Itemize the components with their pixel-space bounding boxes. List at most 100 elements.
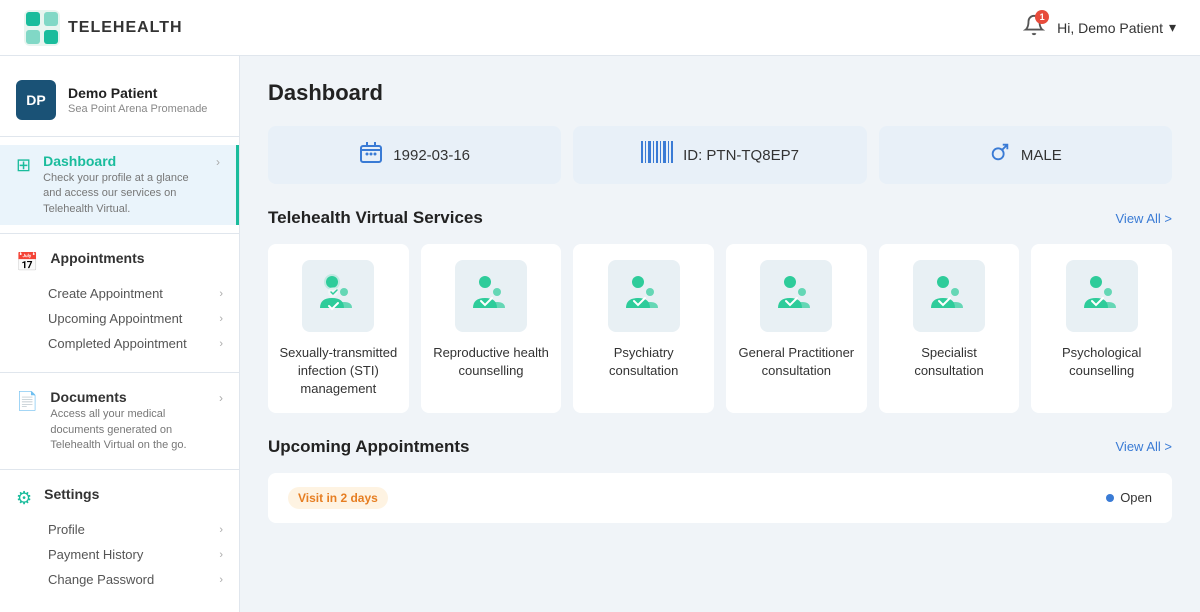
appointments-nav-content: Appointments: [50, 250, 223, 266]
top-navbar: TELEHEALTH 1 Hi, Demo Patient ▾: [0, 0, 1200, 56]
appointments-view-all[interactable]: View All >: [1116, 439, 1173, 454]
chevron-down-icon: ▾: [1169, 19, 1176, 36]
appointments-icon: 📅: [16, 252, 38, 273]
sidebar-section-settings: ⚙ Settings Profile › Payment History › C…: [0, 478, 239, 600]
service-card-psychiatry[interactable]: Psychiatry consultation: [573, 244, 714, 413]
barcode-icon: [641, 141, 673, 169]
sidebar-sub-item-payment[interactable]: Payment History ›: [48, 542, 223, 567]
page-title: Dashboard: [268, 80, 1172, 106]
profile-label: Profile: [48, 522, 85, 537]
sidebar-divider-3: [0, 469, 239, 470]
gender-icon: [989, 141, 1011, 169]
documents-nav-title: Documents: [50, 389, 207, 405]
sidebar-item-documents[interactable]: 📄 Documents Access all your medical docu…: [0, 381, 239, 461]
user-name: Demo Patient: [68, 85, 207, 101]
gender-value: MALE: [1021, 147, 1062, 164]
status-label: Open: [1120, 490, 1152, 505]
specialist-label: Specialist consultation: [889, 344, 1010, 380]
settings-sub-items: Profile › Payment History › Change Passw…: [0, 517, 239, 600]
specialist-icon-bg: [913, 260, 985, 332]
service-card-sti[interactable]: Sexually-transmitted infection (STI) man…: [268, 244, 409, 413]
user-greeting: Hi, Demo Patient: [1057, 20, 1163, 36]
services-title: Telehealth Virtual Services: [268, 208, 483, 228]
psychiatry-icon-bg: [608, 260, 680, 332]
upcoming-appointment-label: Upcoming Appointment: [48, 311, 182, 326]
dashboard-icon: ⊞: [16, 155, 31, 176]
upcoming-arrow-icon: ›: [219, 313, 223, 325]
notification-badge: 1: [1035, 10, 1049, 24]
info-card-id: ID: PTN-TQ8EP7: [573, 126, 866, 184]
completed-arrow-icon: ›: [219, 338, 223, 350]
reproductive-label: Reproductive health counselling: [431, 344, 552, 380]
sidebar-section-appointments: 📅 Appointments Create Appointment › Upco…: [0, 242, 239, 364]
main-layout: DP Demo Patient Sea Point Arena Promenad…: [0, 56, 1200, 612]
payment-history-label: Payment History: [48, 547, 143, 562]
services-section-header: Telehealth Virtual Services View All >: [268, 208, 1172, 228]
dob-value: 1992-03-16: [393, 147, 470, 164]
open-dot-icon: [1106, 494, 1114, 502]
sidebar-item-settings[interactable]: ⚙ Settings: [0, 478, 239, 517]
psych-label: Psychological counselling: [1041, 344, 1162, 380]
reproductive-icon-bg: [455, 260, 527, 332]
create-arrow-icon: ›: [219, 288, 223, 300]
gp-label: General Practitioner consultation: [736, 344, 857, 380]
gp-icon-bg: [760, 260, 832, 332]
psychiatry-label: Psychiatry consultation: [583, 344, 704, 380]
service-card-specialist[interactable]: Specialist consultation: [879, 244, 1020, 413]
sidebar-divider-2: [0, 372, 239, 373]
visit-badge: Visit in 2 days: [288, 487, 388, 509]
payment-arrow-icon: ›: [219, 549, 223, 561]
appointments-title: Upcoming Appointments: [268, 437, 469, 457]
appointments-sub-items: Create Appointment › Upcoming Appointmen…: [0, 281, 239, 364]
sidebar-sub-item-profile[interactable]: Profile ›: [48, 517, 223, 542]
completed-appointment-label: Completed Appointment: [48, 336, 187, 351]
sidebar-sub-item-upcoming[interactable]: Upcoming Appointment ›: [48, 306, 223, 331]
appointment-item: Visit in 2 days Open: [268, 473, 1172, 523]
documents-nav-arrow: ›: [219, 391, 223, 405]
status-open: Open: [1106, 490, 1152, 505]
sidebar: DP Demo Patient Sea Point Arena Promenad…: [0, 56, 240, 612]
sidebar-item-dashboard[interactable]: ⊞ Dashboard Check your profile at a glan…: [0, 145, 239, 225]
notification-bell[interactable]: 1: [1023, 14, 1045, 41]
create-appointment-label: Create Appointment: [48, 286, 163, 301]
settings-nav-title: Settings: [44, 486, 223, 502]
profile-arrow-icon: ›: [219, 524, 223, 536]
user-info-block: Demo Patient Sea Point Arena Promenade: [68, 85, 207, 115]
settings-icon: ⚙: [16, 488, 32, 509]
logo: TELEHEALTH: [24, 10, 183, 46]
dashboard-nav-arrow: ›: [216, 155, 220, 169]
dashboard-nav-title: Dashboard: [43, 153, 204, 169]
password-arrow-icon: ›: [219, 574, 223, 586]
service-card-psych[interactable]: Psychological counselling: [1031, 244, 1172, 413]
services-grid: Sexually-transmitted infection (STI) man…: [268, 244, 1172, 413]
info-card-dob: 1992-03-16: [268, 126, 561, 184]
appointments-section-header: Upcoming Appointments View All >: [268, 437, 1172, 457]
psych-icon-bg: [1066, 260, 1138, 332]
dashboard-nav-content: Dashboard Check your profile at a glance…: [43, 153, 204, 217]
info-card-gender: MALE: [879, 126, 1172, 184]
sidebar-sub-item-password[interactable]: Change Password ›: [48, 567, 223, 592]
sidebar-sub-item-create[interactable]: Create Appointment ›: [48, 281, 223, 306]
sidebar-sub-item-completed[interactable]: Completed Appointment ›: [48, 331, 223, 356]
sidebar-section-dashboard: ⊞ Dashboard Check your profile at a glan…: [0, 145, 239, 225]
documents-icon: 📄: [16, 391, 38, 412]
services-view-all[interactable]: View All >: [1116, 211, 1173, 226]
main-content: Dashboard 1992-03-16: [240, 56, 1200, 612]
logo-icon: [24, 10, 60, 46]
change-password-label: Change Password: [48, 572, 154, 587]
birthday-icon: [359, 140, 383, 170]
sti-icon-bg: [302, 260, 374, 332]
user-address: Sea Point Arena Promenade: [68, 103, 207, 115]
sidebar-item-appointments[interactable]: 📅 Appointments: [0, 242, 239, 281]
info-cards: 1992-03-16 ID: PTN-TQ: [268, 126, 1172, 184]
documents-nav-content: Documents Access all your medical docume…: [50, 389, 207, 453]
sidebar-section-documents: 📄 Documents Access all your medical docu…: [0, 381, 239, 461]
avatar: DP: [16, 80, 56, 120]
user-menu[interactable]: Hi, Demo Patient ▾: [1057, 19, 1176, 36]
topnav-right: 1 Hi, Demo Patient ▾: [1023, 14, 1176, 41]
service-card-gp[interactable]: General Practitioner consultation: [726, 244, 867, 413]
settings-nav-content: Settings: [44, 486, 223, 502]
user-profile-section: DP Demo Patient Sea Point Arena Promenad…: [0, 72, 239, 137]
logo-text: TELEHEALTH: [68, 19, 183, 37]
service-card-reproductive[interactable]: Reproductive health counselling: [421, 244, 562, 413]
